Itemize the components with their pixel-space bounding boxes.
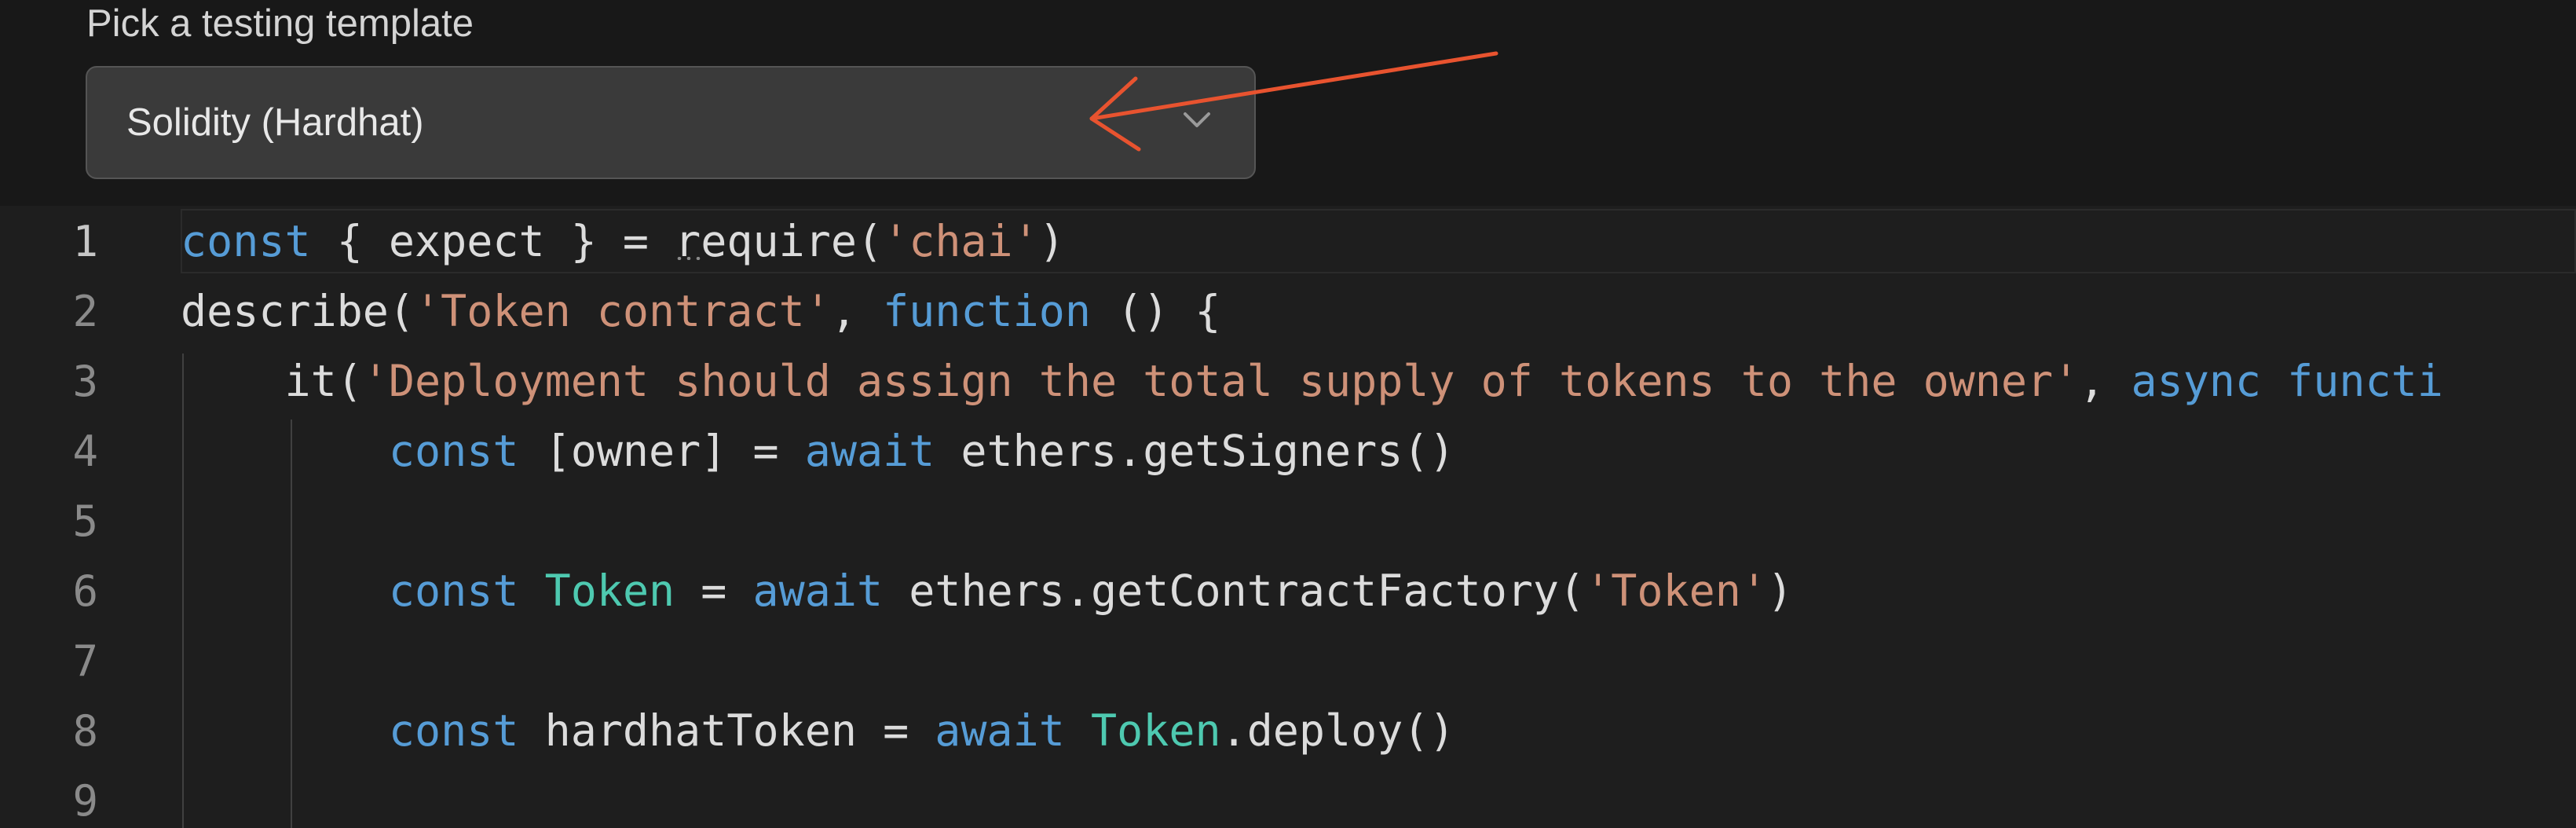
line-number: 3 [72,357,98,406]
code-line[interactable]: const [owner] = await ethers.getSigners(… [181,416,1455,486]
line-number: 8 [72,706,98,756]
code-token-warning: r [675,216,701,266]
code-token: Token [544,566,675,616]
code-token: , [2079,356,2131,406]
code-token: ethers.getContractFactory( [883,566,1586,616]
code-token: 'Token' [1585,566,1767,616]
line-number: 1 [72,217,98,266]
code-token: 'chai' [883,216,1039,266]
code-line[interactable]: describe('Token contract', function () { [181,277,1221,346]
code-token: 'Deployment should assign the total supp… [362,356,2080,406]
code-token: await [804,426,935,476]
code-token: 'Token contract' [415,286,831,336]
line-number: 6 [72,566,98,616]
line-number: 9 [72,776,98,826]
code-token: () { [1090,286,1221,336]
code-token: [owner] = [518,426,805,476]
code-token: await [752,566,884,616]
code-token: .deploy() [1220,705,1455,756]
code-token: await [935,705,1065,756]
template-select-value: Solidity (Hardhat) [126,101,424,144]
code-token: ) [1766,566,1794,616]
line-number: 7 [72,636,98,686]
code-line[interactable]: const { expect } = require('chai') [181,207,1065,277]
code-token: it( [181,356,363,406]
code-token: describe( [181,286,415,336]
line-number: 2 [72,287,98,336]
template-picker-panel: Pick a testing template Solidity (Hardha… [0,0,2576,206]
code-token: const [388,426,519,476]
line-number: 4 [72,427,98,476]
code-token: const [388,705,519,756]
code-token: { expect } = [310,216,675,266]
line-number-gutter: 1 2 3 4 5 6 7 8 9 [0,206,141,828]
code-token: equire( [701,216,884,266]
code-token: function [883,286,1091,336]
code-token: hardhatToken = [518,705,935,756]
code-token: const [181,216,311,266]
code-token: ethers.getSigners() [935,426,1455,476]
code-token: ) [1038,216,1065,266]
code-token: async functi [2131,356,2443,406]
annotation-arrow-icon [1089,51,1498,152]
code-line[interactable]: it('Deployment should assign the total s… [181,346,2443,416]
code-token: Token [1091,705,1221,756]
code-editor[interactable]: 1 2 3 4 5 6 7 8 9 const { expect } = require('ch… [0,206,2576,828]
code-token: = [675,566,753,616]
code-token: , [830,286,884,336]
template-picker-label: Pick a testing template [86,2,474,45]
code-line[interactable]: const hardhatToken = await Token.deploy(… [181,696,1455,766]
line-number: 5 [72,496,98,546]
code-line[interactable]: const Token = await ethers.getContractFa… [181,556,1793,626]
code-token: const [388,566,519,616]
